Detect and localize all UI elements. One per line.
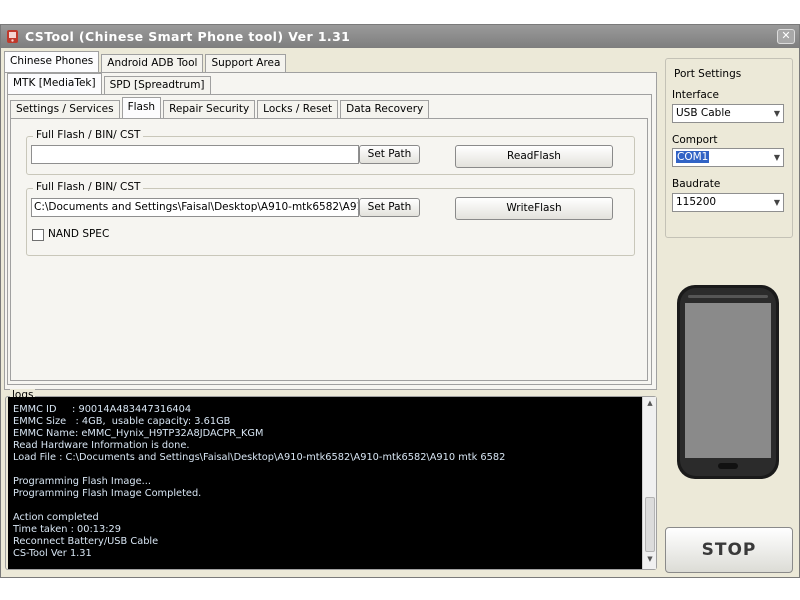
chevron-down-icon: ▼ [773,198,780,207]
main-tabs: Chinese Phones Android ADB Tool Support … [4,51,288,72]
chevron-down-icon: ▼ [773,109,780,118]
read-flash-group: Full Flash / BIN/ CST Set Path ReadFlash [26,129,635,175]
log-console[interactable]: EMMC ID : 90014A483447316404 EMMC Size :… [8,397,642,569]
write-flash-path-input[interactable]: C:\Documents and Settings\Faisal\Desktop… [31,198,359,217]
tab-spd-spreadtrum[interactable]: SPD [Spreadtrum] [103,76,211,94]
app-window: CSTool (Chinese Smart Phone tool) Ver 1.… [0,24,800,578]
mtk-panel: Settings / Services Flash Repair Securit… [7,94,652,385]
chinese-phones-panel: MTK [MediaTek] SPD [Spreadtrum] Settings… [4,72,657,390]
log-line: Load File : C:\Documents and Settings\Fa… [13,452,506,463]
log-line: Programming Flash Image... [13,476,151,487]
log-line: EMMC Size : 4GB, usable capacity: 3.61GB [13,416,231,427]
log-scrollbar[interactable]: ▲ ▼ [642,397,656,569]
stop-button[interactable]: STOP [665,527,793,573]
tab-chinese-phones[interactable]: Chinese Phones [4,51,100,72]
scroll-thumb[interactable] [645,497,655,552]
tab-settings-services[interactable]: Settings / Services [10,100,120,118]
interface-select[interactable]: USB Cable ▼ [672,104,784,123]
log-line: Read Hardware Information is done. [13,440,190,451]
tab-mtk-mediatek[interactable]: MTK [MediaTek] [7,73,102,94]
scroll-down-icon[interactable]: ▼ [643,555,657,567]
flash-panel: Full Flash / BIN/ CST Set Path ReadFlash… [10,118,648,381]
log-line: EMMC ID : 90014A483447316404 [13,404,192,415]
comport-value: COM1 [676,151,710,163]
tab-data-recovery[interactable]: Data Recovery [340,100,430,118]
nand-spec-checkbox[interactable] [32,229,44,241]
chipset-tabs: MTK [MediaTek] SPD [Spreadtrum] [7,73,213,94]
write-set-path-button[interactable]: Set Path [359,198,420,217]
interface-value: USB Cable [676,107,731,119]
port-settings-group: Port Settings Interface USB Cable ▼ Comp… [665,58,793,238]
tab-support-area[interactable]: Support Area [205,54,287,72]
read-flash-group-label: Full Flash / BIN/ CST [33,129,144,141]
tab-android-adb-tool[interactable]: Android ADB Tool [101,54,204,72]
tab-flash[interactable]: Flash [121,97,162,118]
smartphone-icon [677,285,779,479]
log-line: Action completed [13,512,99,523]
logs-group: logs EMMC ID : 90014A483447316404 EMMC S… [5,389,657,570]
write-flash-button[interactable]: WriteFlash [455,197,613,220]
interface-label: Interface [672,89,720,101]
baudrate-value: 115200 [676,196,717,208]
function-tabs: Settings / Services Flash Repair Securit… [10,97,431,118]
read-flash-path-input[interactable] [31,145,359,164]
write-flash-group-label: Full Flash / BIN/ CST [33,181,144,193]
port-settings-title: Port Settings [674,68,742,80]
close-button[interactable]: ✕ [777,29,795,44]
nand-spec-label: NAND SPEC [48,228,110,240]
close-icon: ✕ [781,29,791,42]
read-set-path-button[interactable]: Set Path [359,145,420,164]
window-title: CSTool (Chinese Smart Phone tool) Ver 1.… [25,29,351,44]
log-line: CS-Tool Ver 1.31 [13,548,92,559]
log-line: Time taken : 00:13:29 [13,524,122,535]
tab-repair-security[interactable]: Repair Security [163,100,256,118]
comport-label: Comport [672,134,718,146]
title-bar[interactable]: CSTool (Chinese Smart Phone tool) Ver 1.… [1,25,799,48]
read-flash-button[interactable]: ReadFlash [455,145,613,168]
comport-select[interactable]: COM1 ▼ [672,148,784,167]
log-line: EMMC Name: eMMC_Hynix_H9TP32A8JDACPR_KGM [13,428,264,439]
baudrate-label: Baudrate [672,178,721,190]
cstool-app-icon [7,30,18,43]
baudrate-select[interactable]: 115200 ▼ [672,193,784,212]
scroll-up-icon[interactable]: ▲ [643,399,657,411]
tab-locks-reset[interactable]: Locks / Reset [257,100,339,118]
write-flash-group: Full Flash / BIN/ CST C:\Documents and S… [26,181,635,256]
chevron-down-icon: ▼ [773,153,780,162]
log-line: Programming Flash Image Completed. [13,488,202,499]
log-line: Reconnect Battery/USB Cable [13,536,159,547]
